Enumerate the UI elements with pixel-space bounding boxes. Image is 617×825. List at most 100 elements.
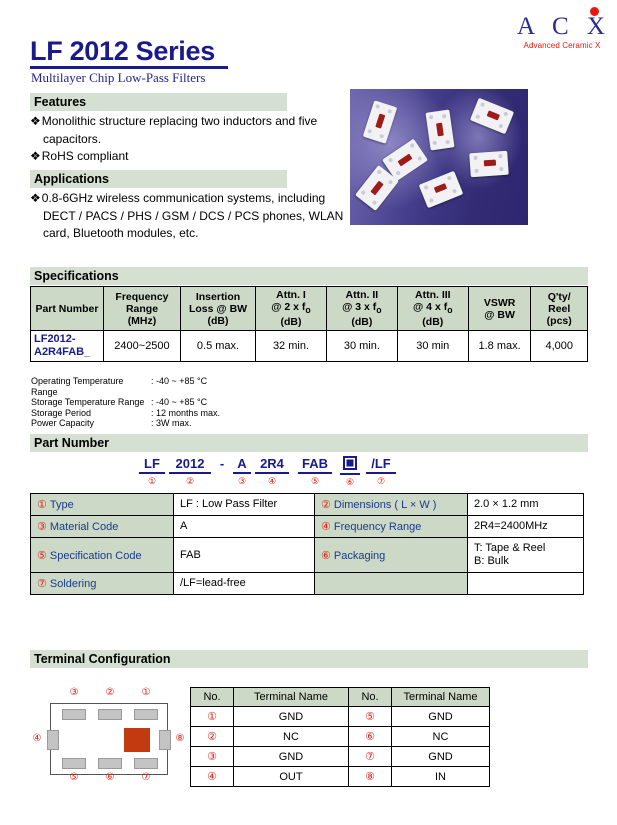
title-underline (30, 66, 228, 69)
terminal-pad-3 (62, 709, 86, 720)
table-row: ① GND ⑤ GND (190, 706, 490, 727)
rating-value: : 3W max. (151, 418, 192, 429)
code-segment-1: LF ① (139, 456, 165, 487)
feature-item: ❖RoHS compliant (30, 148, 340, 166)
pn-label-packaging: ⑥ Packaging (314, 537, 468, 573)
rating-row: Operating Temperature Range : -40 ~ +85 … (31, 376, 271, 397)
pn-value-type: LF : Low Pass Filter (173, 493, 315, 516)
terminal-pad-1 (134, 709, 158, 720)
table-header-row: Part Number Frequency Range (MHz) Insert… (30, 285, 588, 332)
pn-label-specification-code: ⑤ Specification Code (30, 537, 174, 573)
chip-component (469, 97, 515, 135)
features-list: ❖Monolithic structure replacing two indu… (30, 113, 340, 166)
code-segment-7: /LF ⑦ (366, 456, 396, 487)
col-frequency-range: Frequency Range (MHz) (102, 285, 182, 332)
col-attn-3: Attn. III @ 4 x fo (dB) (396, 285, 469, 332)
terminal-pad-5 (62, 758, 86, 769)
application-item: ❖0.8-6GHz wireless communication systems… (30, 190, 350, 243)
cell-terminal-name: GND (233, 746, 349, 767)
application-item-line3: card, Bluetooth modules, etc. (43, 226, 199, 240)
cell-no: ④ (190, 766, 234, 787)
feature-item-line1: RoHS compliant (41, 149, 129, 163)
code-separator-dash: - (219, 456, 225, 471)
table-row: LF2012- A2R4FAB_ 2400~2500 0.5 max. 32 m… (30, 330, 588, 363)
table-row: ⑤ Specification Code FAB ⑥ Packaging T: Ta… (30, 537, 584, 573)
specifications-header: Specifications (30, 267, 588, 285)
terminal-number-1: ① (141, 687, 151, 698)
cell-attn-1: 32 min. (255, 330, 327, 363)
cell-no-2: ⑧ (348, 766, 392, 787)
cell-part-number: LF2012- A2R4FAB_ (30, 330, 104, 363)
cell-attn-2: 30 min. (325, 330, 398, 363)
ratings-list: Operating Temperature Range : -40 ~ +85 … (31, 376, 271, 429)
terminal-number-4: ④ (32, 733, 42, 744)
col-qty-reel: Q'ty/ Reel (pcs) (530, 285, 588, 332)
logo-dot-icon (590, 7, 599, 16)
diamond-bullet-icon: ❖ (30, 114, 41, 128)
col-part-number: Part Number (30, 285, 104, 332)
cell-qty-reel: 4,000 (530, 330, 588, 363)
terminal-pad-7 (134, 758, 158, 769)
logo-letters-text: A C X (517, 13, 611, 40)
cell-terminal-name: OUT (233, 766, 349, 787)
page-title: LF 2012 Series (30, 36, 215, 66)
page-subtitle: Multilayer Chip Low-Pass Filters (31, 70, 206, 85)
application-item-line2: DECT / PACS / PHS / GSM / DCS / PCS phon… (43, 208, 344, 223)
col-insertion-loss: Insertion Loss @ BW (dB) (180, 285, 257, 332)
cell-vswr: 1.8 max. (467, 330, 532, 363)
cell-terminal-name-2: GND (391, 746, 490, 767)
rating-value: : -40 ~ +85 °C (151, 397, 208, 408)
code-segment-6: ⑥ (340, 456, 360, 488)
table-row: ④ OUT ⑧ IN (190, 766, 490, 787)
rating-key: Operating Temperature Range (31, 376, 124, 397)
diamond-bullet-icon: ❖ (30, 149, 41, 163)
part-number-table: ① Type LF : Low Pass Filter ② Dimensions (… (30, 493, 584, 595)
rating-key: Storage Temperature Range (31, 397, 145, 408)
cell-frequency-range: 2400~2500 (102, 330, 182, 363)
terminal-number-3: ③ (69, 687, 79, 698)
cell-no-2: ⑥ (348, 726, 392, 747)
col-vswr: VSWR @ BW (467, 285, 532, 332)
rating-key: Power Capacity (31, 418, 95, 429)
table-row: ① Type LF : Low Pass Filter ② Dimensions (… (30, 493, 584, 516)
terminal-number-6: ⑥ (105, 772, 115, 783)
pn-value-packaging: T: Tape & Reel B: Bulk (467, 537, 584, 573)
code-segment-4: 2R4 ④ (255, 456, 289, 487)
cell-terminal-name: GND (233, 706, 349, 727)
col-terminal-name-1: Terminal Name (233, 687, 349, 707)
pn-value-soldering: /LF=lead-free (173, 572, 315, 595)
cell-attn-3: 30 min (396, 330, 469, 363)
part-number-header: Part Number (30, 434, 588, 452)
rating-row: Storage Period : 12 months max. (31, 408, 271, 419)
col-attn-1: Attn. I @ 2 x fo (dB) (255, 285, 327, 332)
code-segment-3: A ③ (233, 456, 251, 487)
col-no-2: No. (348, 687, 392, 707)
cell-terminal-name-2: NC (391, 726, 490, 747)
terminal-configuration-header: Terminal Configuration (30, 650, 588, 668)
rating-value: : 12 months max. (151, 407, 221, 418)
rating-key: Storage Period (31, 407, 92, 418)
table-header-row: No. Terminal Name No. Terminal Name (190, 687, 490, 707)
chip-component (418, 170, 464, 209)
rating-row: Power Capacity : 3W max. (31, 418, 271, 429)
diamond-bullet-icon: ❖ (30, 191, 41, 205)
terminal-pad-6 (98, 758, 122, 769)
pn-label-frequency-range: ④ Frequency Range (314, 515, 468, 538)
pn-label-empty (314, 572, 468, 595)
code-segment-5: FAB ⑤ (298, 456, 332, 487)
cell-terminal-name-2: GND (391, 706, 490, 727)
col-no-1: No. (190, 687, 234, 707)
rating-value: : -40 ~ +85 °C (151, 376, 208, 386)
terminal-pad-2 (98, 709, 122, 720)
pn-value-empty (467, 572, 584, 595)
pn-value-material-code: A (173, 515, 315, 538)
cell-insertion-loss: 0.5 max. (180, 330, 257, 363)
table-row: ③ Material Code A ④ Frequency Range 2R4=24… (30, 515, 584, 538)
product-photo (350, 89, 528, 225)
specifications-table: Part Number Frequency Range (MHz) Insert… (30, 285, 588, 363)
acx-logo: A C X Advanced Ceramic X (512, 7, 612, 50)
chip-component (425, 109, 455, 151)
terminal-pad-4 (47, 730, 59, 750)
table-row: ⑦ Soldering /LF=lead-free (30, 572, 584, 595)
terminal-number-2: ② (105, 687, 115, 698)
